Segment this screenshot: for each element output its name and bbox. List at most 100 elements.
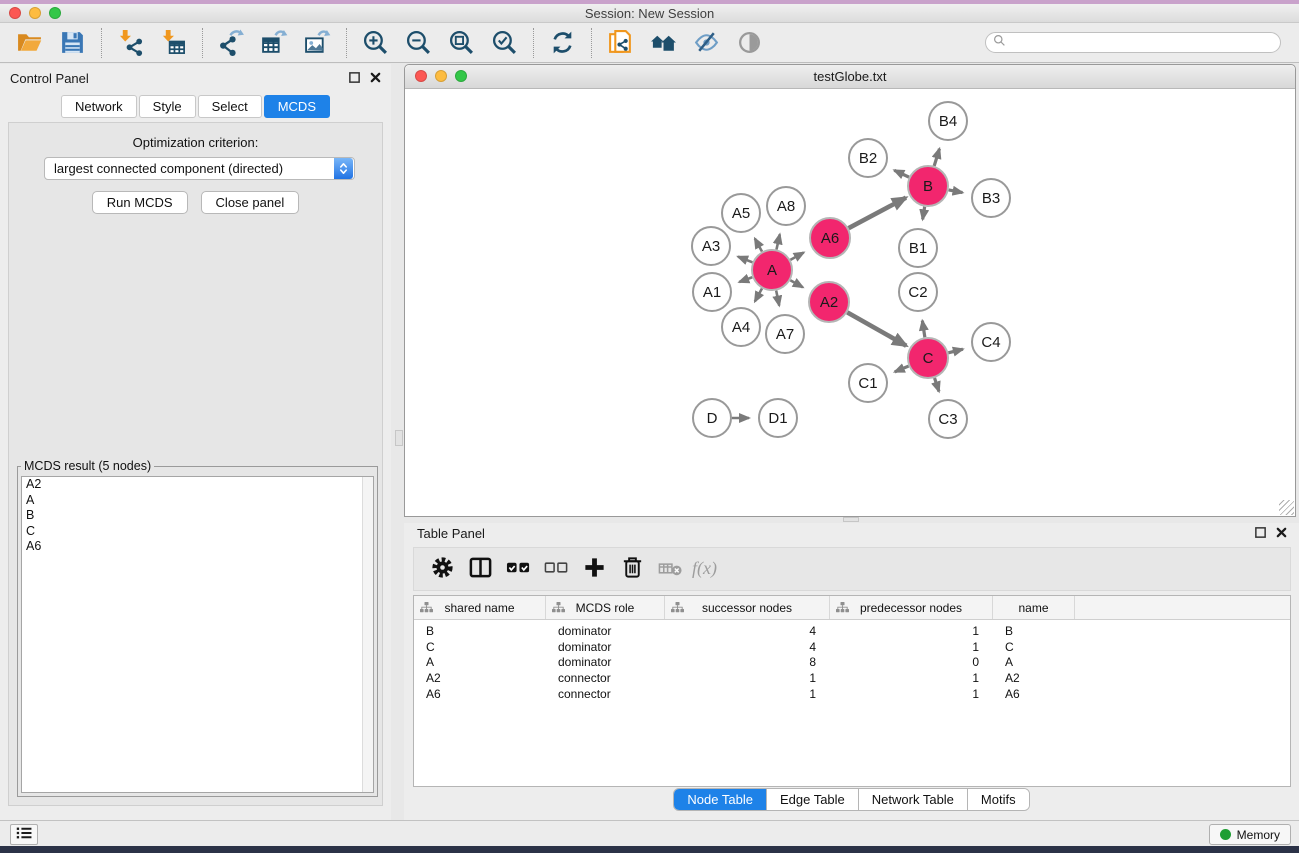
network-graph-canvas[interactable]: B4B2BB3A8A5A6A3B1AA1C2A2A4A7C4CC1DD1C3	[405, 89, 1295, 516]
open-file-icon	[16, 29, 43, 56]
mcds-result-item[interactable]: A6	[22, 539, 373, 555]
function-builder-button: f(x)	[689, 552, 727, 586]
cell-shared-name[interactable]: C	[414, 640, 546, 656]
deselect-all-checkboxes-button[interactable]	[537, 552, 575, 586]
import-table-button[interactable]	[152, 25, 195, 61]
cell-successor-nodes[interactable]: 4	[665, 640, 830, 656]
cell-name[interactable]: A	[993, 655, 1075, 671]
cell-mcds-role[interactable]: connector	[546, 671, 665, 687]
close-panel-icon[interactable]	[368, 70, 383, 85]
graph-node-label-D: D	[707, 410, 718, 427]
column-header-shared-name[interactable]: shared name	[414, 596, 546, 619]
graph-edge-C-C3	[935, 378, 939, 391]
zoom-fit-button[interactable]	[440, 25, 483, 61]
tab-motifs[interactable]: Motifs	[968, 789, 1029, 810]
column-layout-button[interactable]	[461, 552, 499, 586]
cell-successor-nodes[interactable]: 4	[665, 624, 830, 640]
graph-edge-C-C2	[922, 321, 925, 338]
graph-edge-C-C4	[948, 349, 963, 353]
mcds-result-item[interactable]: C	[22, 524, 373, 540]
import-network-button[interactable]	[109, 25, 152, 61]
add-column-button[interactable]	[575, 552, 613, 586]
cell-name[interactable]: B	[993, 624, 1075, 640]
cell-name[interactable]: A6	[993, 687, 1075, 703]
export-image-button[interactable]	[296, 25, 339, 61]
zoom-in-button[interactable]	[354, 25, 397, 61]
cell-predecessor-nodes[interactable]: 1	[830, 640, 993, 656]
column-header-predecessor-nodes[interactable]: predecessor nodes	[830, 596, 993, 619]
tab-node-table[interactable]: Node Table	[674, 789, 767, 810]
select-all-checkboxes-button[interactable]	[499, 552, 537, 586]
column-layout-icon	[468, 555, 493, 583]
cell-shared-name[interactable]: B	[414, 624, 546, 640]
cell-mcds-role[interactable]: dominator	[546, 624, 665, 640]
table-close-panel-icon[interactable]	[1274, 525, 1289, 540]
cell-successor-nodes[interactable]: 1	[665, 687, 830, 703]
cell-mcds-role[interactable]: dominator	[546, 640, 665, 656]
cell-predecessor-nodes[interactable]: 0	[830, 655, 993, 671]
column-header-mcds-role[interactable]: MCDS role	[546, 596, 665, 619]
save-session-button[interactable]	[51, 25, 94, 61]
cell-mcds-role[interactable]: connector	[546, 687, 665, 703]
cell-mcds-role[interactable]: dominator	[546, 655, 665, 671]
zoom-selected-button[interactable]	[483, 25, 526, 61]
vertical-split-handle[interactable]	[395, 430, 403, 446]
table-row[interactable]: Cdominator41C	[414, 640, 1290, 656]
table-toolbar: f(x)	[413, 547, 1291, 591]
home-button[interactable]	[642, 25, 685, 61]
cell-shared-name[interactable]: A2	[414, 671, 546, 687]
hide-graphics-details-button[interactable]	[685, 25, 728, 61]
control-panel-title: Control Panel	[10, 71, 89, 86]
tab-style[interactable]: Style	[139, 95, 196, 118]
window-resize-grip[interactable]	[1279, 500, 1294, 515]
cell-name[interactable]: C	[993, 640, 1075, 656]
memory-button[interactable]: Memory	[1209, 824, 1291, 845]
table-float-panel-icon[interactable]	[1253, 525, 1268, 540]
export-table-button[interactable]	[253, 25, 296, 61]
graph-node-label-B1: B1	[909, 240, 927, 257]
search-field[interactable]	[985, 32, 1281, 53]
export-network-button[interactable]	[210, 25, 253, 61]
mcds-result-item[interactable]: A2	[22, 477, 373, 493]
table-row[interactable]: A6connector11A6	[414, 687, 1290, 703]
graph-edge-B-B2	[894, 170, 909, 177]
cell-predecessor-nodes[interactable]: 1	[830, 687, 993, 703]
mcds-list-scrollbar[interactable]	[362, 477, 373, 792]
cell-shared-name[interactable]: A	[414, 655, 546, 671]
cell-shared-name[interactable]: A6	[414, 687, 546, 703]
graph-node-label-A5: A5	[732, 205, 750, 222]
run-mcds-button[interactable]: Run MCDS	[92, 191, 188, 214]
open-file-button[interactable]	[8, 25, 51, 61]
settings-gear-button[interactable]	[423, 552, 461, 586]
search-input[interactable]	[1010, 35, 1273, 51]
task-history-button[interactable]	[10, 824, 38, 845]
table-row[interactable]: A2connector11A2	[414, 671, 1290, 687]
refresh-network-button[interactable]	[541, 25, 584, 61]
float-panel-icon[interactable]	[347, 70, 362, 85]
criterion-select[interactable]: largest connected component (directed)	[44, 157, 355, 180]
mcds-result-item[interactable]: A	[22, 493, 373, 509]
cell-successor-nodes[interactable]: 1	[665, 671, 830, 687]
tab-select[interactable]: Select	[198, 95, 262, 118]
tab-network[interactable]: Network	[61, 95, 137, 118]
cell-successor-nodes[interactable]: 8	[665, 655, 830, 671]
table-row[interactable]: Adominator80A	[414, 655, 1290, 671]
tab-network-table[interactable]: Network Table	[859, 789, 968, 810]
table-row[interactable]: Bdominator41B	[414, 624, 1290, 640]
status-bar: Memory	[0, 820, 1299, 846]
horizontal-split-handle[interactable]	[843, 517, 859, 522]
column-header-name[interactable]: name	[993, 596, 1075, 619]
cell-name[interactable]: A2	[993, 671, 1075, 687]
delete-column-button[interactable]	[613, 552, 651, 586]
graph-edge-A6-B	[849, 198, 906, 228]
tab-mcds[interactable]: MCDS	[264, 95, 330, 118]
tab-edge-table[interactable]: Edge Table	[767, 789, 859, 810]
close-panel-button[interactable]: Close panel	[201, 191, 300, 214]
zoom-out-button[interactable]	[397, 25, 440, 61]
show-graphics-details-button[interactable]	[728, 25, 771, 61]
mcds-result-item[interactable]: B	[22, 508, 373, 524]
cell-predecessor-nodes[interactable]: 1	[830, 671, 993, 687]
column-header-successor-nodes[interactable]: successor nodes	[665, 596, 830, 619]
duplicate-network-button[interactable]	[599, 25, 642, 61]
cell-predecessor-nodes[interactable]: 1	[830, 624, 993, 640]
